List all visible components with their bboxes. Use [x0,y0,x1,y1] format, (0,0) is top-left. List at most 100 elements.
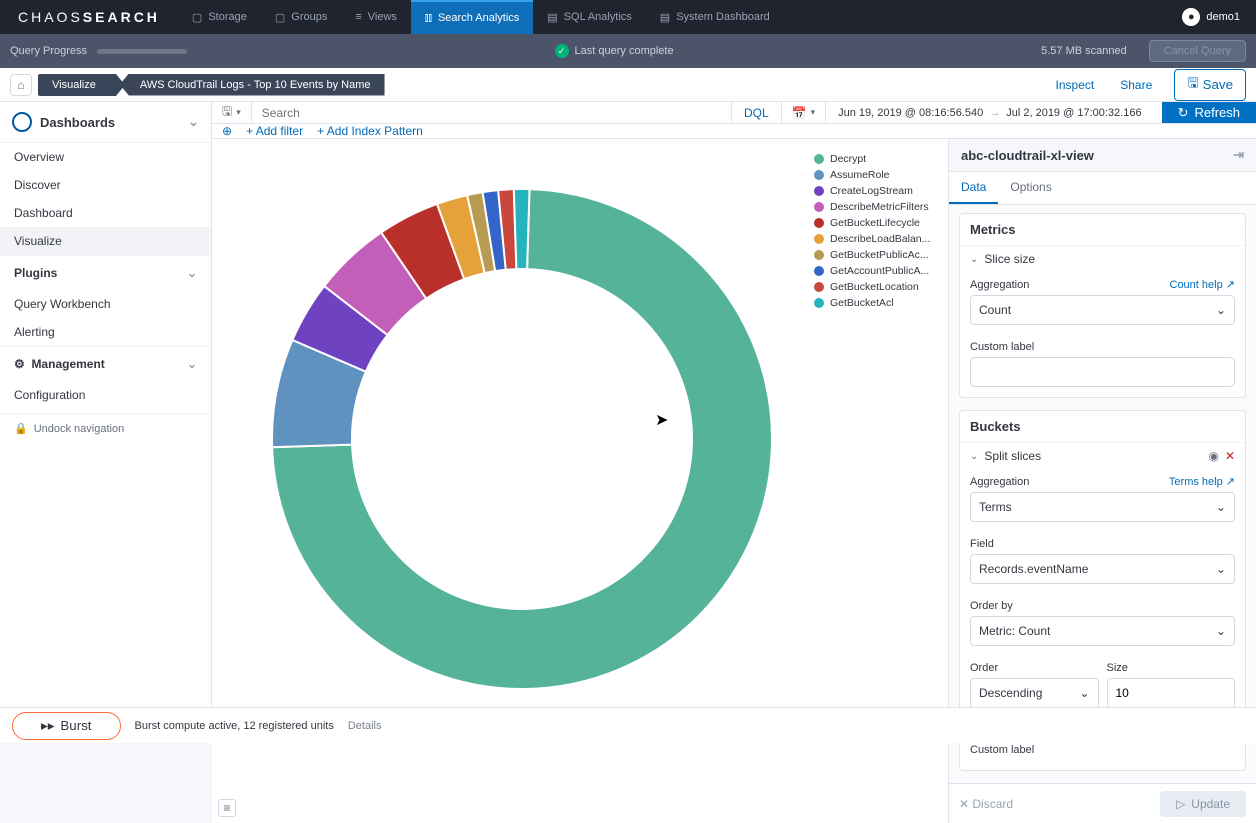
legend-dot [814,170,824,180]
burst-status: Burst compute active, 12 registered unit… [135,720,334,732]
legend-item[interactable]: GetBucketPublicAc... [814,247,942,263]
sidebar-item-query-workbench[interactable]: Query Workbench [0,290,211,318]
query-progress-bar: Query Progress ✓ Last query complete 5.5… [0,34,1256,68]
saved-queries-button[interactable]: 🖫 ▾ [212,102,252,123]
add-filter-link[interactable]: + Add filter [246,124,303,138]
legend-label: Decrypt [830,153,866,165]
legend-label: CreateLogStream [830,185,913,197]
undock-nav[interactable]: 🔒 Undock navigation [0,413,211,443]
count-help-link[interactable]: Count help ↗ [1170,278,1236,291]
terms-help-link[interactable]: Terms help ↗ [1169,475,1235,488]
order-by-select[interactable]: Metric: Count⌄ [970,616,1235,646]
slice-size-toggle[interactable]: ⌄Slice size [960,245,1245,272]
discard-button[interactable]: ✕ Discard [959,797,1013,811]
chart-options-icon[interactable]: ≡ [218,799,236,817]
nav-views[interactable]: ≡ Views [341,0,411,34]
legend-dot [814,250,824,260]
legend-label: GetBucketPublicAc... [830,249,929,261]
home-button[interactable]: ⌂ [10,74,32,96]
legend-label: DescribeMetricFilters [830,201,929,213]
burst-button[interactable]: ▸▸ Burst [12,712,121,740]
legend-item[interactable]: GetAccountPublicA... [814,263,942,279]
update-button[interactable]: ▷ Update [1160,791,1246,817]
legend-item[interactable]: CreateLogStream [814,183,942,199]
visibility-icon[interactable]: ◉ [1208,449,1218,463]
tab-options[interactable]: Options [998,172,1063,204]
legend-dot [814,266,824,276]
legend-item[interactable]: GetBucketAcl [814,295,942,311]
collapse-panel-icon[interactable]: ⇥ [1233,147,1244,163]
nav-sql-analytics[interactable]: ▤ SQL Analytics [533,0,645,34]
dql-toggle[interactable]: DQL [731,102,781,123]
legend-label: GetAccountPublicA... [830,265,929,277]
user-menu[interactable]: ●demo1 [1166,8,1256,26]
sidebar-item-overview[interactable]: Overview [0,143,211,171]
sidebar-item-visualize[interactable]: Visualize [0,227,211,255]
sidebar-dashboards-header[interactable]: Dashboards⌄ [0,102,211,143]
legend-item[interactable]: Decrypt [814,151,942,167]
cancel-query-button[interactable]: Cancel Query [1149,40,1246,62]
save-button[interactable]: 🖫 Save [1174,69,1246,101]
sidebar-item-configuration[interactable]: Configuration [0,381,211,409]
sidebar-item-discover[interactable]: Discover [0,171,211,199]
burst-bar: ▸▸ Burst Burst compute active, 12 regist… [0,707,1256,743]
inspect-link[interactable]: Inspect [1046,78,1105,92]
legend-dot [814,186,824,196]
user-icon: ● [1182,8,1200,26]
legend-label: DescribeLoadBalan... [830,233,930,245]
add-index-pattern-link[interactable]: + Add Index Pattern [317,124,423,138]
order-direction-select[interactable]: Descending⌄ [970,678,1099,708]
scan-size: 5.57 MB scanned [1041,45,1127,57]
breadcrumb-title[interactable]: AWS CloudTrail Logs - Top 10 Events by N… [120,74,385,96]
search-input[interactable] [252,102,731,123]
legend-dot [814,298,824,308]
nav-storage[interactable]: ▢ Storage [178,0,261,34]
filter-row: ⊕ + Add filter + Add Index Pattern [212,124,1256,139]
legend-label: GetBucketLocation [830,281,919,293]
sidebar-item-dashboard[interactable]: Dashboard [0,199,211,227]
search-bar: 🖫 ▾ DQL 📅 ▾ Jun 19, 2019 @ 08:16:56.540→… [212,102,1256,124]
brand-logo: CHAOSSEARCH [0,9,178,25]
sidebar-management-header[interactable]: ⚙ Management⌄ [0,346,211,381]
check-icon: ✓ [555,44,569,58]
nav-search-analytics[interactable]: ⫾⫾ Search Analytics [411,0,533,34]
date-range[interactable]: Jun 19, 2019 @ 08:16:56.540→Jul 2, 2019 … [825,102,1153,123]
size-input[interactable] [1107,678,1236,708]
legend-label: GetBucketLifecycle [830,217,920,229]
index-pattern-title: abc-cloudtrail-xl-view [961,148,1094,163]
legend-item[interactable]: GetBucketLifecycle [814,215,942,231]
legend-item[interactable]: AssumeRole [814,167,942,183]
legend-label: AssumeRole [830,169,890,181]
metric-custom-label-input[interactable] [970,357,1235,387]
progress-track [97,49,187,54]
burst-details-link[interactable]: Details [348,720,382,732]
query-status: Last query complete [575,45,674,57]
opensearch-icon [12,112,32,132]
nav-system-dashboard[interactable]: ▤ System Dashboard [646,0,784,34]
calendar-button[interactable]: 📅 ▾ [781,102,825,123]
progress-label: Query Progress [10,45,87,57]
legend-dot [814,154,824,164]
sidebar-item-alerting[interactable]: Alerting [0,318,211,346]
chevron-down-icon: ⌄ [188,114,199,130]
bucket-field-select[interactable]: Records.eventName⌄ [970,554,1235,584]
share-link[interactable]: Share [1110,78,1162,92]
nav-groups[interactable]: ▢ Groups [261,0,341,34]
legend-dot [814,202,824,212]
refresh-button[interactable]: ↻ Refresh [1162,102,1256,123]
sidebar-plugins-header[interactable]: Plugins⌄ [0,255,211,290]
metric-aggregation-select[interactable]: Count⌄ [970,295,1235,325]
delete-bucket-icon[interactable]: ✕ [1225,449,1235,463]
buckets-section-title: Buckets [960,411,1245,442]
split-slices-toggle[interactable]: ⌄Split slices ◉ ✕ [960,442,1245,469]
tab-data[interactable]: Data [949,172,998,204]
legend-item[interactable]: GetBucketLocation [814,279,942,295]
filter-options-icon[interactable]: ⊕ [222,124,232,138]
legend-item[interactable]: DescribeLoadBalan... [814,231,942,247]
legend-dot [814,234,824,244]
breadcrumb-visualize[interactable]: Visualize [38,74,116,96]
bucket-aggregation-select[interactable]: Terms⌄ [970,492,1235,522]
legend-item[interactable]: DescribeMetricFilters [814,199,942,215]
top-nav: CHAOSSEARCH ▢ Storage ▢ Groups ≡ Views ⫾… [0,0,1256,34]
legend-dot [814,282,824,292]
